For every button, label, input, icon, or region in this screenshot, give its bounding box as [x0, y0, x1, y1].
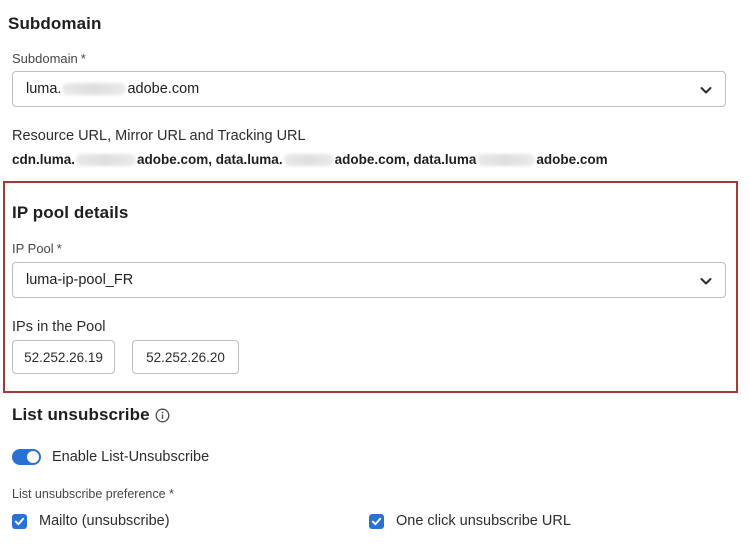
resource-urls-label: Resource URL, Mirror URL and Tracking UR… — [12, 128, 306, 144]
info-icon[interactable] — [155, 408, 170, 423]
ip-pool-field-label: IP Pool * — [12, 240, 62, 258]
ip-address-chip: 52.252.26.20 — [132, 340, 239, 374]
url1-suffix: adobe.com, — [137, 152, 213, 167]
checkmark-icon — [371, 517, 382, 526]
one-click-unsubscribe-label: One click unsubscribe URL — [396, 513, 571, 529]
ip-address-chip: 52.252.26.19 — [12, 340, 115, 374]
subdomain-section-title: Subdomain — [8, 14, 102, 33]
url2-suffix: adobe.com, — [334, 152, 410, 167]
list-unsubscribe-header: List unsubscribe — [12, 405, 170, 425]
required-marker: * — [80, 51, 86, 66]
one-click-unsubscribe-checkbox[interactable] — [369, 514, 384, 529]
url2-prefix: data.luma. — [215, 152, 283, 167]
ip-pool-label-text: IP Pool — [12, 241, 54, 256]
redacted-text — [62, 83, 127, 95]
redacted-text — [283, 154, 334, 167]
toggle-knob — [27, 451, 39, 463]
redacted-text — [76, 154, 137, 167]
mailto-checkbox[interactable] — [12, 514, 27, 529]
redacted-text — [477, 154, 536, 167]
subdomain-label-text: Subdomain — [12, 51, 78, 66]
subdomain-value-suffix: adobe.com — [127, 81, 200, 97]
required-marker: * — [56, 241, 62, 256]
ips-in-pool-label: IPs in the Pool — [12, 319, 106, 335]
mailto-label: Mailto (unsubscribe) — [39, 513, 170, 529]
url1-prefix: cdn.luma. — [12, 152, 76, 167]
list-unsubscribe-preference-label: List unsubscribe preference * — [12, 487, 174, 501]
ip-pool-selected-value: luma-ip-pool_FR — [26, 272, 134, 288]
chevron-down-icon[interactable] — [699, 274, 713, 288]
resource-urls-values: cdn.luma. adobe.com, data.luma. adobe.com,… — [12, 152, 608, 167]
subdomain-select[interactable]: luma. adobe.com — [12, 71, 726, 107]
ip-pool-section-title: IP pool details — [12, 203, 129, 222]
subdomain-value-prefix: luma. — [26, 81, 62, 97]
enable-list-unsubscribe-toggle[interactable] — [12, 449, 41, 465]
list-unsubscribe-title: List unsubscribe — [12, 405, 150, 424]
enable-list-unsubscribe-label: Enable List-Unsubscribe — [52, 449, 210, 465]
chevron-down-icon[interactable] — [699, 83, 713, 97]
checkmark-icon — [14, 517, 25, 526]
subdomain-field-label: Subdomain * — [12, 50, 86, 68]
url3-prefix: data.luma — [413, 152, 477, 167]
ip-pool-select[interactable]: luma-ip-pool_FR — [12, 262, 726, 298]
url3-suffix: adobe.com — [536, 152, 608, 167]
